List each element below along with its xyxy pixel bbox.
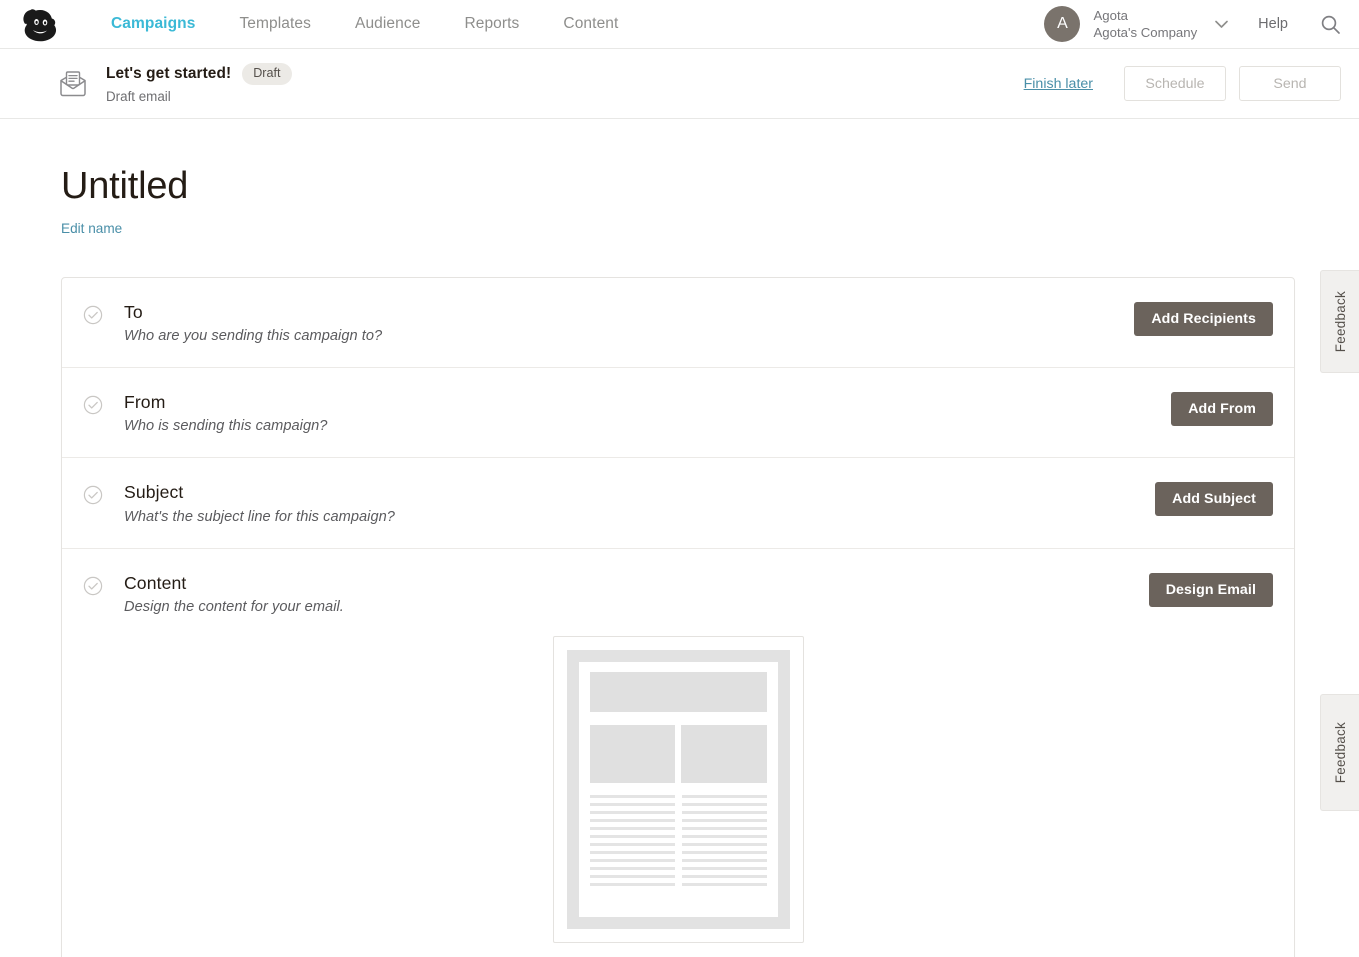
envelope-document-icon [56,67,90,101]
main-nav-items: Campaigns Templates Audience Reports Con… [89,15,640,33]
checklist-text-content: Content Design the content for your emai… [124,573,344,615]
check-circle-icon [83,485,103,505]
checklist-desc-content: Design the content for your email. [124,598,344,615]
checklist-row-content: Content Design the content for your emai… [62,549,1294,957]
nav-right-cluster: A Agota Agota's Company Help [1044,6,1359,42]
add-subject-button[interactable]: Add Subject [1155,482,1273,517]
feedback-tab-top[interactable]: Feedback [1320,270,1359,373]
thumbnail-image-blocks [589,724,767,783]
top-navigation-bar: Campaigns Templates Audience Reports Con… [0,0,1359,49]
send-button[interactable]: Send [1239,66,1341,101]
thumbnail-text-line [589,858,675,862]
feedback-tab-label: Feedback [1332,721,1348,784]
nav-item-reports[interactable]: Reports [442,15,541,33]
thumbnail-header-block [589,671,767,712]
thumbnail-text-column-left [589,794,675,891]
thumbnail-text-line [681,794,767,798]
checklist-desc-to: Who are you sending this campaign to? [124,328,383,345]
campaign-checklist-card: To Who are you sending this campaign to?… [61,277,1295,957]
page-body: Untitled Edit name To Who are you sendin… [0,119,1359,957]
thumbnail-image-block-right [681,724,767,783]
thumbnail-text-line [589,818,675,822]
campaign-title-block: Untitled Edit name [0,119,1359,238]
mailchimp-freddie-logo-icon[interactable] [17,2,65,46]
thumbnail-text-line [589,794,675,798]
add-recipients-button[interactable]: Add Recipients [1134,302,1273,336]
schedule-button[interactable]: Schedule [1124,66,1226,101]
subheader-text: Let's get started! Draft Draft email [106,63,292,104]
status-badge: Draft [242,63,292,85]
subheader-actions: Finish later Schedule Send [1024,66,1341,101]
check-circle-icon [83,395,103,415]
thumbnail-text-line [681,802,767,806]
checklist-title-subject: Subject [124,482,184,503]
checklist-desc-subject: What's the subject line for this campaig… [124,508,395,525]
avatar[interactable]: A [1044,6,1081,42]
checklist-row-from: From Who is sending this campaign? Add F… [62,368,1294,459]
checklist-row-subject: Subject What's the subject line for this… [62,458,1294,549]
template-preview-area [83,635,1273,943]
check-circle-icon [83,576,103,596]
checklist-title-content: Content [124,572,187,593]
search-icon[interactable] [1319,13,1341,35]
thumbnail-text-line [681,826,767,830]
checklist-title-from: From [124,392,166,413]
thumbnail-text-line [589,866,675,870]
feedback-tab-bottom[interactable]: Feedback [1320,694,1359,811]
thumbnail-page [578,661,778,917]
thumbnail-image-block-left [589,724,675,783]
thumbnail-text-column-right [681,794,767,891]
checklist-title-to: To [124,302,143,322]
thumbnail-text-line [681,834,767,838]
thumbnail-text-line [681,882,767,886]
thumbnail-text-line [589,850,675,854]
thumbnail-text-line [589,842,675,846]
campaign-type-label: Draft email [106,88,171,104]
thumbnail-text-line [589,826,675,830]
thumbnail-text-line [681,850,767,854]
add-from-button[interactable]: Add From [1171,392,1273,427]
nav-item-audience[interactable]: Audience [333,15,442,33]
thumbnail-text-line [589,810,675,814]
check-circle-icon [83,305,103,325]
account-company-name: Agota's Company [1093,25,1198,40]
thumbnail-text-line [589,882,675,886]
feedback-tab-label: Feedback [1332,290,1348,353]
thumbnail-text-line [589,834,675,838]
email-template-thumbnail[interactable] [552,635,804,943]
campaign-subheader: Let's get started! Draft Draft email Fin… [0,49,1359,119]
finish-later-link[interactable]: Finish later [1024,76,1093,92]
edit-name-link[interactable]: Edit name [61,221,122,236]
checklist-row-to: To Who are you sending this campaign to?… [62,278,1294,369]
account-user-name: Agota [1093,7,1128,23]
thumbnail-text-columns [589,794,767,891]
thumbnail-text-line [681,842,767,846]
thumbnail-text-line [589,802,675,806]
thumbnail-text-line [681,866,767,870]
thumbnail-text-line [681,810,767,814]
chevron-down-icon[interactable] [1215,17,1228,32]
thumbnail-text-line [681,818,767,822]
checklist-text-to: To Who are you sending this campaign to? [124,302,382,344]
thumbnail-text-line [681,858,767,862]
thumbnail-text-line [589,874,675,878]
thumbnail-text-line [681,874,767,878]
thumbnail-frame [566,649,790,929]
campaign-status-title: Let's get started! [106,65,232,82]
nav-item-campaigns[interactable]: Campaigns [89,15,217,33]
help-link[interactable]: Help [1258,16,1288,32]
page-title: Untitled [61,165,189,207]
checklist-text-from: From Who is sending this campaign? [124,392,327,434]
checklist-text-subject: Subject What's the subject line for this… [124,482,395,524]
account-menu[interactable]: Agota Agota's Company [1093,7,1197,42]
nav-item-content[interactable]: Content [541,15,640,33]
nav-item-templates[interactable]: Templates [217,15,333,33]
checklist-desc-from: Who is sending this campaign? [124,418,328,435]
design-email-button[interactable]: Design Email [1148,572,1273,607]
